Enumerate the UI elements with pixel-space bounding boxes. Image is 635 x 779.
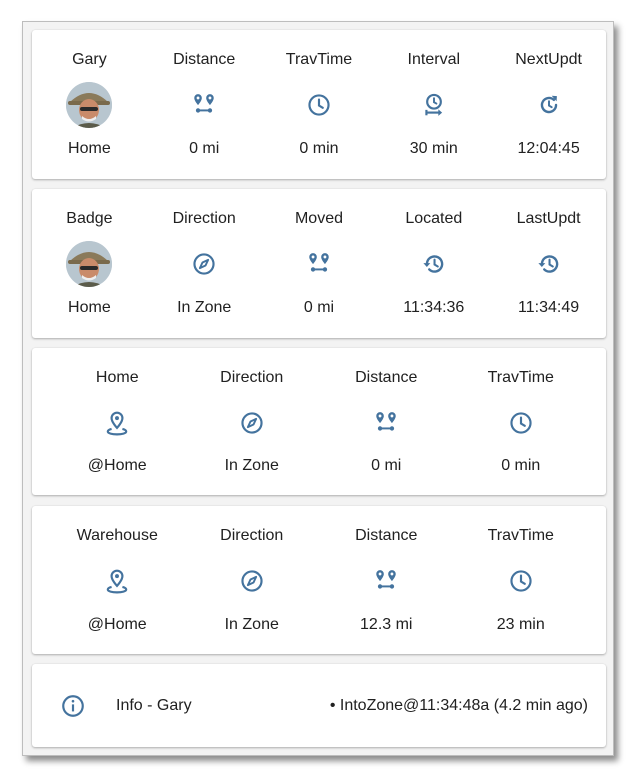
distance-value: 0 mi xyxy=(371,457,402,474)
clock-icon xyxy=(510,412,532,434)
info-card[interactable]: Info - Gary • IntoZone@11:34:48a (4.2 mi… xyxy=(32,664,606,747)
badge-label: Badge xyxy=(66,210,113,227)
direction-label: Direction xyxy=(220,527,284,544)
tracking-card[interactable]: Gary Distance TravTime Interval NextUpdt… xyxy=(32,30,606,179)
warehouse-zone-value: @Home xyxy=(87,616,147,633)
information-icon[interactable] xyxy=(60,693,86,719)
moved-value: 0 mi xyxy=(303,299,335,316)
badge-card[interactable]: Badge Direction Moved Located LastUpdt H… xyxy=(32,189,606,338)
person-avatar[interactable] xyxy=(66,241,113,287)
direction-value: In Zone xyxy=(177,299,232,316)
travtime-value: 23 min xyxy=(496,616,545,633)
map-marker-distance-icon xyxy=(376,412,396,431)
info-status: • IntoZone@11:34:48a (4.2 min ago) xyxy=(329,697,588,714)
direction-value: In Zone xyxy=(224,616,279,633)
home-zone-label: Home xyxy=(95,369,139,386)
history-icon xyxy=(537,255,558,273)
distance-label: Distance xyxy=(355,369,418,386)
home-zone-card[interactable]: Home Direction Distance TravTime @Home I… xyxy=(32,348,606,495)
interval-value: 30 min xyxy=(409,140,458,157)
lastupdt-value: 11:34:49 xyxy=(518,299,580,316)
map-marker-radius-icon xyxy=(106,411,128,436)
compass-icon xyxy=(241,570,263,592)
map-marker-distance-icon xyxy=(376,570,396,589)
distance-label: Distance xyxy=(355,527,418,544)
person-name-label: Gary xyxy=(72,51,107,68)
travtime-value: 0 min xyxy=(501,457,541,474)
history-icon xyxy=(423,255,444,273)
distance-label: Distance xyxy=(173,51,236,68)
nextupdt-value: 12:04:45 xyxy=(517,140,580,157)
person-avatar[interactable] xyxy=(66,82,113,128)
moved-label: Moved xyxy=(294,210,343,227)
map-marker-distance-icon xyxy=(194,94,214,113)
zone-value: Home xyxy=(68,140,111,157)
travtime-label: TravTime xyxy=(487,527,554,544)
warehouse-zone-card[interactable]: Warehouse Direction Distance TravTime @H… xyxy=(32,506,606,654)
located-label: Located xyxy=(405,210,463,227)
direction-label: Direction xyxy=(220,369,284,386)
clock-icon xyxy=(510,570,532,592)
compass-icon xyxy=(193,253,215,275)
map-marker-radius-icon xyxy=(106,569,128,594)
badge-zone-value: Home xyxy=(68,299,111,316)
distance-value: 0 mi xyxy=(189,140,220,157)
distance-value: 12.3 mi xyxy=(360,616,413,633)
interval-label: Interval xyxy=(407,51,461,68)
lastupdt-label: LastUpdt xyxy=(516,210,581,227)
update-icon xyxy=(540,95,557,114)
warehouse-zone-label: Warehouse xyxy=(76,527,158,544)
direction-value: In Zone xyxy=(224,457,279,474)
timer-interval-icon xyxy=(425,93,442,116)
nextupdt-label: NextUpdt xyxy=(515,51,582,68)
located-value: 11:34:36 xyxy=(403,299,465,316)
direction-label: Direction xyxy=(172,210,236,227)
dashboard-panel: Gary Distance TravTime Interval NextUpdt… xyxy=(22,21,614,756)
map-marker-distance-icon xyxy=(309,253,329,272)
compass-icon xyxy=(241,412,263,434)
clock-icon xyxy=(308,94,330,116)
travtime-label: TravTime xyxy=(285,51,353,68)
travtime-value: 0 min xyxy=(299,140,339,157)
travtime-label: TravTime xyxy=(487,369,554,386)
info-title: Info - Gary xyxy=(116,697,192,714)
home-zone-value: @Home xyxy=(87,457,147,474)
